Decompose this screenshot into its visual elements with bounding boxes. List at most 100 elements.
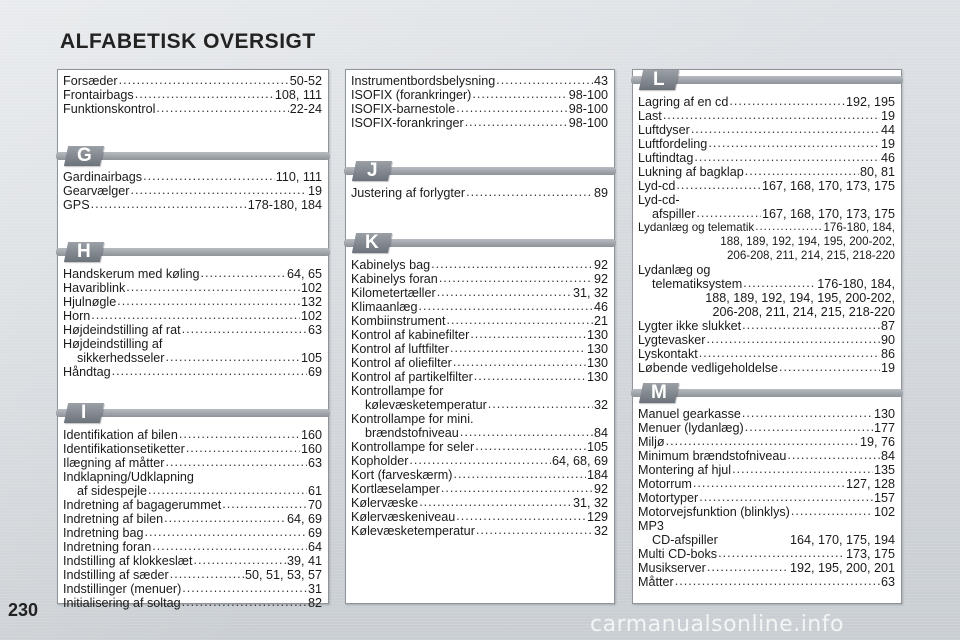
section-header-j: J bbox=[344, 160, 616, 181]
entry-list: Forsæder50-52Frontairbags108, 111Funktio… bbox=[58, 74, 328, 116]
entry-pages: 167, 168, 170, 173, 175 bbox=[761, 179, 895, 193]
section-j: Justering af forlygter 89 bbox=[346, 186, 614, 200]
entry-pages: 92 bbox=[593, 258, 608, 272]
entry-pages: 64, 68, 69 bbox=[551, 454, 608, 468]
dot-leader bbox=[131, 183, 307, 197]
index-entry: Forsæder 50-52 bbox=[63, 74, 322, 88]
entry-pages: 84 bbox=[880, 449, 895, 463]
section-i-continued: Instrumentbordsbelysning43ISOFIX (forank… bbox=[346, 74, 614, 130]
dot-leader bbox=[143, 169, 275, 183]
index-entry: Måtter 63 bbox=[638, 575, 895, 589]
dot-leader bbox=[666, 434, 859, 448]
dot-leader bbox=[194, 553, 286, 567]
index-entry: Indstilling af sæder 50, 51, 53, 57 bbox=[63, 568, 322, 582]
index-entry: Klimaanlæg 46 bbox=[351, 300, 608, 314]
entry-pages: 130 bbox=[873, 407, 895, 421]
entry-pages: 19 bbox=[880, 137, 895, 151]
dot-leader bbox=[145, 525, 307, 539]
entry-term: Handskerum med køling bbox=[63, 267, 200, 281]
entry-term: Musikserver bbox=[638, 561, 706, 575]
entry-pages: 167, 168, 170, 173, 175 bbox=[761, 207, 895, 221]
section-header-i: I bbox=[56, 402, 330, 423]
dot-leader bbox=[152, 539, 307, 553]
entry-pages: 22-24 bbox=[289, 102, 322, 116]
section-letter: K bbox=[365, 232, 379, 253]
index-entry: Identifikationsetiketter 160 bbox=[63, 442, 322, 456]
dot-leader bbox=[694, 150, 880, 164]
index-entry: Kort (farveskærm) 184 bbox=[351, 468, 608, 482]
entry-pages: 89 bbox=[593, 186, 608, 200]
entry-term: Indstilling af klokkeslæt bbox=[63, 554, 193, 568]
entry-pages: 98-100 bbox=[568, 116, 608, 130]
entry-pages: 46 bbox=[593, 300, 608, 314]
entry-term: Kortlæselamper bbox=[351, 482, 440, 496]
dot-leader bbox=[663, 108, 880, 122]
dot-leader bbox=[708, 136, 880, 150]
entry-term: Justering af forlygter bbox=[351, 186, 466, 200]
entry-list: Gardinairbags 110, 111 Gearvælger 19 GPS 178-… bbox=[58, 170, 328, 212]
entry-pages: 19 bbox=[880, 109, 895, 123]
dot-leader bbox=[696, 206, 761, 220]
entry-term: Manuel gearkasse bbox=[638, 407, 741, 421]
index-entry: GPS 178-180, 184 bbox=[63, 198, 322, 212]
entry-list: Lagring af en cd 192, 195 Last 19 Luftdyser 4… bbox=[633, 95, 901, 375]
entry-term: Lygtevasker bbox=[638, 333, 706, 347]
index-entry: Kabinelys bag 92 bbox=[351, 258, 608, 272]
dot-leader bbox=[745, 420, 873, 434]
dot-leader bbox=[707, 560, 789, 574]
index-entry: Kølevæsketemperatur 32 bbox=[351, 524, 608, 538]
entry-term: Minimum brændstofniveau bbox=[638, 449, 787, 463]
entry-term: ISOFIX-forankringer bbox=[351, 116, 464, 130]
index-entry: ISOFIX (forankringer) 98-100 bbox=[351, 88, 608, 102]
dot-leader bbox=[179, 427, 300, 441]
index-entry: Gardinairbags 110, 111 bbox=[63, 170, 322, 184]
entry-pages: 173, 175 bbox=[845, 547, 895, 561]
entry-term: Indstilling af sæder bbox=[63, 568, 169, 582]
entry-pages: 90 bbox=[880, 333, 895, 347]
entry-term: Kontrollampe for seler bbox=[351, 440, 475, 454]
entry-term: ISOFIX (forankringer) bbox=[351, 88, 472, 102]
index-entry: Lygtevasker 90 bbox=[638, 333, 895, 347]
entry-pages: 164, 170, 175, 194 bbox=[789, 533, 895, 547]
index-column-3: L Lagring af en cd192, 195Last19Luftdyse… bbox=[631, 69, 903, 604]
entry-term: Klimaanlæg bbox=[351, 300, 418, 314]
index-entry: kølevæsketemperatur 32 bbox=[351, 398, 608, 412]
entry-pages: 63 bbox=[880, 575, 895, 589]
dot-leader bbox=[488, 397, 593, 411]
entry-term: Kontrol af kabinefilter bbox=[351, 328, 470, 342]
entry-term: Montering af hjul bbox=[638, 463, 732, 477]
entry-pages: 102 bbox=[873, 505, 895, 519]
dot-leader bbox=[126, 280, 300, 294]
entry-term: Funktionskontrol bbox=[63, 102, 156, 116]
dot-leader bbox=[200, 266, 286, 280]
entry-pages: 63 bbox=[307, 323, 322, 337]
entry-term: Last bbox=[638, 109, 662, 123]
entry-term: Motorrum bbox=[638, 477, 692, 491]
entry-pages: 108, 111 bbox=[274, 88, 322, 102]
entry-pages: 43 bbox=[593, 74, 608, 88]
index-entry: Indstillinger (menuer) 31 bbox=[63, 582, 322, 596]
dot-leader bbox=[186, 441, 300, 455]
dot-leader bbox=[222, 497, 307, 511]
entry-pages: 176-180, 184, bbox=[817, 277, 895, 291]
index-entry: Løbende vedligeholdelse 19 bbox=[638, 361, 895, 375]
entry-term: Multi CD-boks bbox=[638, 547, 718, 561]
index-entry: ISOFIX-forankringer 98-100 bbox=[351, 116, 608, 130]
section-header-h: H bbox=[56, 241, 330, 262]
index-column-2: Instrumentbordsbelysning43ISOFIX (forank… bbox=[344, 69, 616, 604]
entry-pages: 63 bbox=[307, 456, 322, 470]
entry-pages: 130 bbox=[586, 356, 608, 370]
index-entry: Luftindtag 46 bbox=[638, 151, 895, 165]
dot-leader bbox=[419, 299, 593, 313]
entry-term: Kølervæskeniveau bbox=[351, 510, 456, 524]
entry-term: Kabinelys foran bbox=[351, 272, 438, 286]
entry-term: CD-afspiller bbox=[652, 533, 718, 547]
entry-term: Kølevæsketemperatur bbox=[351, 524, 475, 538]
entry-term: Lagring af en cd bbox=[638, 95, 729, 109]
dot-leader bbox=[732, 462, 873, 476]
entry-pages: 105 bbox=[300, 351, 322, 365]
index-entry: Gearvælger 19 bbox=[63, 184, 322, 198]
entry-pages: 44 bbox=[880, 123, 895, 137]
entry-pages: 80, 81 bbox=[859, 165, 895, 179]
index-entry: Handskerum med køling 64, 65 bbox=[63, 267, 322, 281]
